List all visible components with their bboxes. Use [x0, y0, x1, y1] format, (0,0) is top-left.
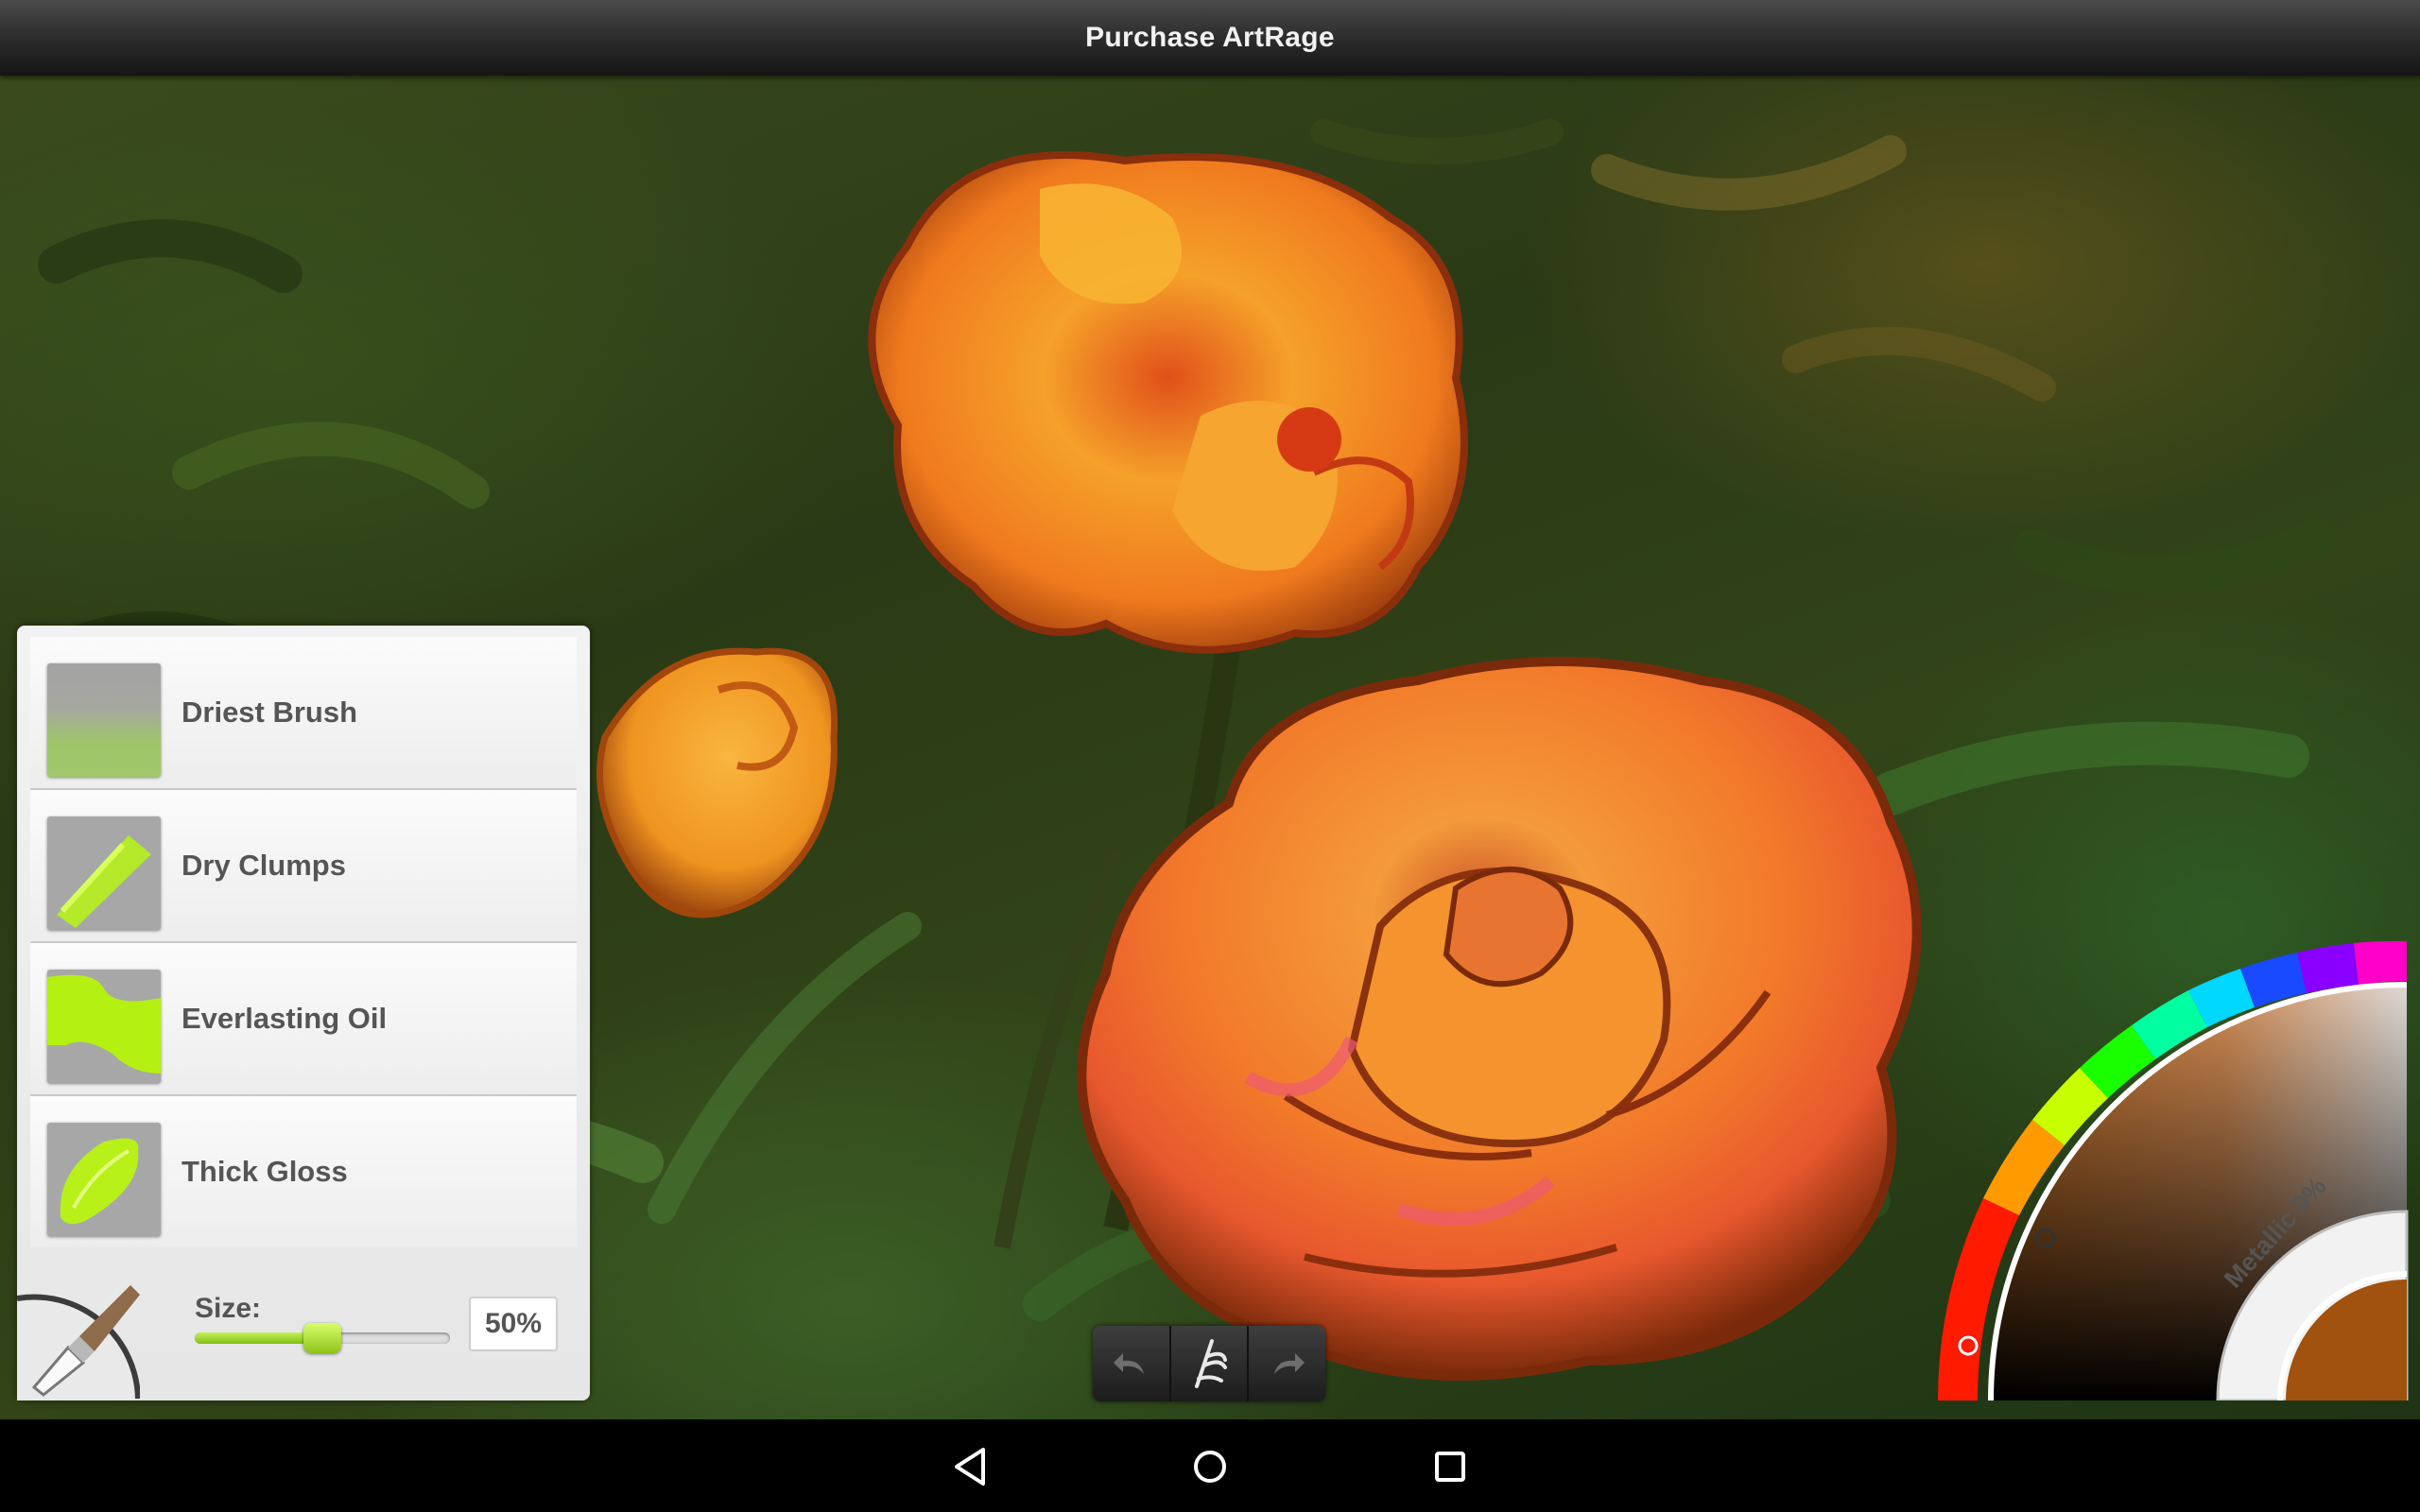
- artrage-menu-button[interactable]: [1171, 1326, 1248, 1401]
- canvas-toolbar: [1093, 1326, 1325, 1401]
- driest-brush-thumbnail: [47, 663, 161, 777]
- artrage-logo-icon: [1195, 1339, 1227, 1388]
- everlasting-oil-thumbnail: [47, 970, 161, 1083]
- back-button[interactable]: [945, 1440, 998, 1493]
- preset-dry-clumps[interactable]: Dry Clumps: [30, 790, 577, 943]
- size-label: Size:: [195, 1293, 262, 1324]
- preset-label: Driest Brush: [182, 696, 358, 729]
- home-icon: [1194, 1451, 1226, 1483]
- preset-driest-brush[interactable]: Driest Brush: [30, 637, 577, 790]
- undo-button[interactable]: [1093, 1326, 1169, 1401]
- undo-icon: [1114, 1353, 1145, 1374]
- size-slider-thumb[interactable]: [303, 1323, 341, 1353]
- preset-list: Driest Brush Dry Clumps Everlasting Oil: [30, 637, 577, 1247]
- redo-button[interactable]: [1249, 1326, 1325, 1401]
- rose-bud: [596, 647, 838, 919]
- purchase-title[interactable]: Purchase ArtRage: [1085, 22, 1335, 54]
- preset-thick-gloss[interactable]: Thick Gloss: [30, 1096, 577, 1247]
- preset-label: Thick Gloss: [182, 1155, 348, 1188]
- top-rose: [868, 151, 1468, 654]
- back-icon: [955, 1448, 985, 1486]
- preset-everlasting-oil[interactable]: Everlasting Oil: [30, 943, 577, 1096]
- recents-button[interactable]: [1424, 1440, 1477, 1493]
- size-slider[interactable]: [195, 1323, 450, 1353]
- navigation-bar: [0, 1419, 2420, 1512]
- preset-label: Everlasting Oil: [182, 1002, 388, 1035]
- color-picker[interactable]: Metallic 0%: [1928, 926, 2420, 1402]
- redo-icon: [1273, 1353, 1305, 1374]
- preset-label: Dry Clumps: [182, 849, 346, 882]
- dry-clumps-thumbnail: [47, 816, 161, 930]
- thick-gloss-thumbnail: [47, 1123, 161, 1236]
- size-value-field[interactable]: 50%: [469, 1297, 558, 1351]
- recents-icon: [1435, 1452, 1465, 1482]
- title-bar[interactable]: Purchase ArtRage: [0, 0, 2420, 76]
- home-button[interactable]: [1184, 1440, 1236, 1493]
- tool-selector-button[interactable]: [16, 1278, 141, 1400]
